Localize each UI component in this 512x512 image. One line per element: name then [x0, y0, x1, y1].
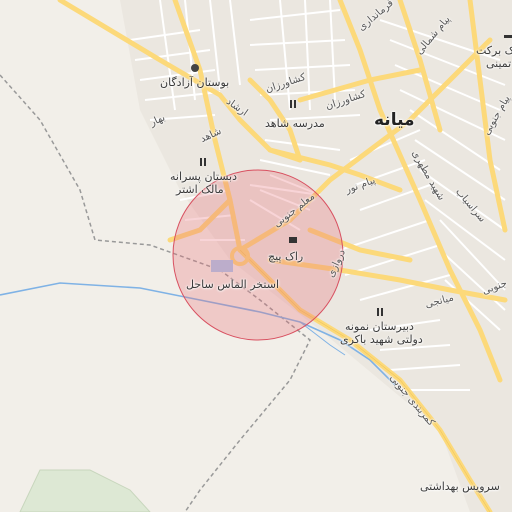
school-label-line2: دولتی شهید باکری: [340, 333, 423, 346]
bank-icon: [504, 35, 512, 38]
school-label-line1: دبیرستان نمونه: [345, 320, 414, 333]
shop-icon: [289, 237, 297, 243]
map-canvas[interactable]: [0, 0, 512, 512]
green-area: [19, 469, 151, 512]
bank-label-line1: بانک برکت: [476, 44, 512, 57]
toilet-label: سرویس بهداشتی: [420, 480, 500, 493]
tree-icon: [191, 64, 199, 72]
school-label-line2: مالک اشتر: [176, 183, 224, 196]
city-label: میانه: [374, 110, 415, 130]
school-label: مدرسه شاهد: [265, 117, 325, 130]
park-label: بوستان آزادگان: [160, 76, 230, 89]
map-view[interactable]: میانه بوستان آزادگان مدرسه شاهد دبستان پ…: [0, 0, 512, 512]
pool-label: استخر الماس ساحل: [186, 278, 280, 291]
shop-label: راک پیچ: [268, 250, 304, 263]
school-label-line1: دبستان پسرانه: [170, 170, 237, 183]
bank-label-line2: تمینی: [486, 57, 512, 70]
